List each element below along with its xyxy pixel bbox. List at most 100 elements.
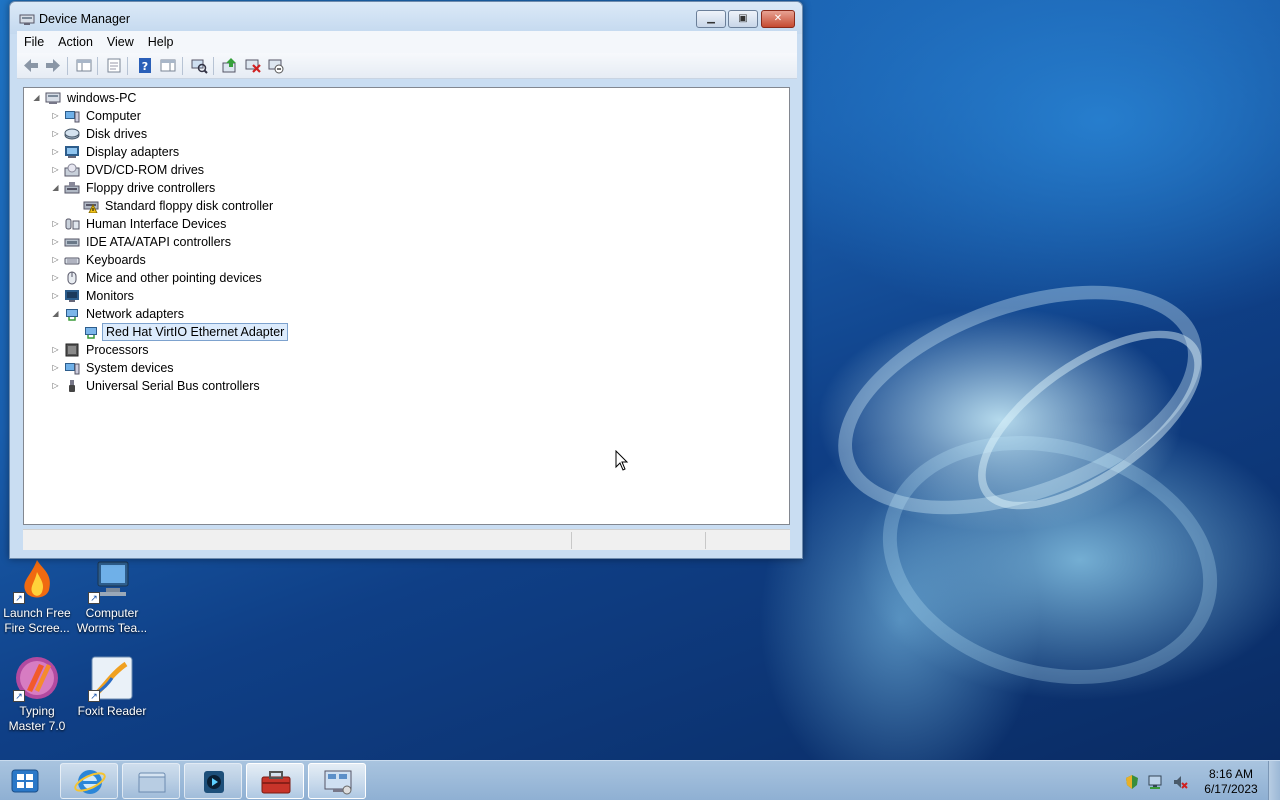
expand-triangle-icon[interactable]: ▷ — [51, 215, 60, 233]
foxit-reader-icon: ↗ — [88, 654, 136, 702]
tree-item-label: Display adapters — [86, 145, 180, 159]
desktop-icon-foxit-reader[interactable]: ↗ Foxit Reader — [75, 654, 149, 719]
taskbar-toolbox[interactable] — [246, 763, 304, 799]
expand-triangle-icon[interactable]: ▷ — [51, 269, 60, 287]
close-icon: ✕ — [773, 13, 783, 24]
toolbar-separator — [213, 57, 214, 75]
taskbar-device-manager[interactable] — [308, 763, 366, 799]
device-manager-icon — [324, 770, 352, 795]
security-shield-icon[interactable] — [1124, 774, 1140, 790]
processor-icon — [64, 343, 80, 357]
taskbar-media-player[interactable] — [184, 763, 242, 799]
status-divider — [571, 532, 572, 549]
device-manager-window: Device Manager ▁ ▣ ✕ File Action View Help … — [9, 1, 803, 559]
help-icon[interactable]: ? — [136, 57, 154, 74]
network-icon[interactable] — [1147, 774, 1163, 790]
expand-triangle-icon[interactable]: ▷ — [51, 161, 60, 179]
uninstall-icon[interactable] — [244, 57, 262, 74]
minimize-button[interactable]: ▁ — [696, 10, 726, 28]
tree-item-label: Monitors — [86, 289, 134, 303]
tree-item-label: DVD/CD-ROM drives — [86, 163, 205, 177]
tree-item-label: Standard floppy disk controller — [105, 199, 274, 213]
collapse-triangle-icon[interactable]: ◢ — [51, 179, 60, 197]
toolbox-icon — [261, 771, 291, 794]
expand-triangle-icon[interactable]: ▷ — [51, 107, 60, 125]
collapse-triangle-icon[interactable]: ◢ — [51, 305, 60, 323]
svg-text:?: ? — [142, 60, 148, 73]
tree-item-label: System devices — [86, 361, 174, 375]
tree-item-label: Disk drives — [86, 127, 148, 141]
window-title: Device Manager — [39, 12, 131, 26]
expand-triangle-icon[interactable]: ▷ — [51, 359, 60, 377]
tree-root-label: windows-PC — [67, 91, 137, 105]
menu-view[interactable]: View — [100, 31, 141, 53]
desktop-icon-label: Computer — [85, 606, 139, 620]
disk-drive-icon — [64, 127, 80, 141]
windows-explorer-icon — [138, 772, 166, 793]
close-button[interactable]: ✕ — [761, 10, 795, 28]
system-devices-icon — [64, 361, 80, 375]
computer-icon — [64, 109, 80, 123]
tree-item-label: Processors — [86, 343, 149, 357]
menu-bar: File Action View Help — [17, 31, 797, 53]
clock-date: 6/17/2023 — [1204, 782, 1258, 796]
menu-action[interactable]: Action — [51, 31, 100, 53]
clock-time: 8:16 AM — [1208, 767, 1254, 781]
usb-icon — [64, 379, 80, 393]
back-arrow-icon[interactable] — [22, 57, 40, 74]
volume-muted-icon[interactable] — [1172, 774, 1188, 790]
action-pane-icon[interactable] — [159, 57, 177, 74]
properties-icon[interactable] — [105, 57, 123, 74]
computer-worms-icon: ↗ — [88, 556, 136, 604]
status-bar — [23, 529, 790, 550]
taskbar-internet-explorer[interactable] — [60, 763, 118, 799]
disable-device-icon[interactable] — [267, 57, 285, 74]
desktop-icon-typing-master[interactable]: ↗ Typing Master 7.0 — [0, 654, 74, 734]
shortcut-arrow-icon: ↗ — [13, 690, 25, 702]
floppy-controller-icon — [64, 181, 80, 195]
expand-triangle-icon[interactable]: ▷ — [51, 341, 60, 359]
ethernet-adapter-icon — [83, 325, 99, 339]
desktop-icon-fire-screensaver[interactable]: ↗ Launch Free Fire Scree... — [0, 556, 74, 636]
tree-item-label: Computer — [86, 109, 141, 123]
monitor-icon — [64, 289, 80, 303]
keyboard-icon — [64, 253, 80, 267]
minimize-icon: ▁ — [707, 13, 715, 24]
desktop-icon-label: Launch Free — [3, 606, 71, 620]
title-bar[interactable]: Device Manager ▁ ▣ ✕ — [10, 2, 802, 34]
ide-controller-icon — [64, 235, 80, 249]
expand-triangle-icon[interactable]: ▷ — [51, 251, 60, 269]
expand-triangle-icon[interactable]: ▷ — [51, 233, 60, 251]
start-button[interactable] — [6, 764, 46, 798]
forward-arrow-icon[interactable] — [44, 57, 62, 74]
show-desktop-button[interactable] — [1268, 761, 1280, 800]
menu-help[interactable]: Help — [141, 31, 181, 53]
device-manager-icon — [19, 12, 35, 26]
desktop-icon-label: Typing — [19, 704, 55, 718]
display-adapter-icon — [64, 145, 80, 159]
maximize-button[interactable]: ▣ — [728, 10, 758, 28]
tree-item-label: Network adapters — [86, 307, 184, 321]
update-driver-icon[interactable] — [221, 57, 239, 74]
expand-triangle-icon[interactable]: ▷ — [51, 143, 60, 161]
collapse-triangle-icon[interactable]: ◢ — [32, 89, 41, 107]
tree-item-label: Keyboards — [86, 253, 146, 267]
scan-hardware-icon[interactable] — [190, 57, 208, 74]
expand-triangle-icon[interactable]: ▷ — [51, 287, 60, 305]
menu-file[interactable]: File — [17, 31, 51, 53]
tree-item-label: Floppy drive controllers — [86, 181, 216, 195]
desktop-icon-label: Foxit Reader — [77, 704, 147, 718]
expand-triangle-icon[interactable]: ▷ — [51, 125, 60, 143]
floppy-controller-warning-icon — [83, 199, 99, 214]
system-clock[interactable]: 8:16 AM 6/17/2023 — [1196, 767, 1266, 797]
toolbar-separator — [127, 57, 128, 75]
tree-item-label: Universal Serial Bus controllers — [86, 379, 260, 393]
device-tree-pane[interactable]: ◢ windows-PC ▷ Computer ▷ Disk drives ▷ Displ… — [23, 87, 790, 525]
tree-item-label: IDE ATA/ATAPI controllers — [86, 235, 231, 249]
show-hide-console-tree-icon[interactable] — [75, 57, 93, 74]
expand-triangle-icon[interactable]: ▷ — [51, 377, 60, 395]
shortcut-arrow-icon: ↗ — [88, 592, 100, 604]
mouse-cursor-icon — [615, 449, 629, 475]
taskbar-windows-explorer[interactable] — [122, 763, 180, 799]
desktop-icon-computer-worms[interactable]: ↗ Computer Worms Tea... — [75, 556, 149, 636]
